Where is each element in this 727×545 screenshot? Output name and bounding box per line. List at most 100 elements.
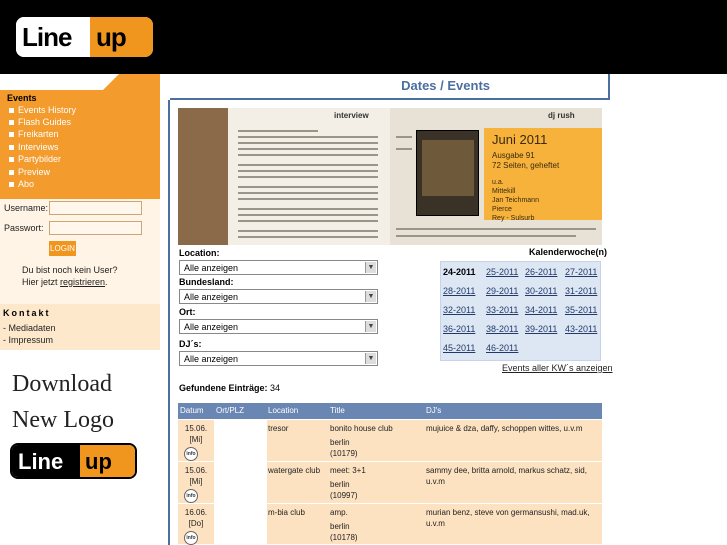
event-day: [Mi]	[189, 477, 203, 486]
all-weeks-link[interactable]: Events aller KW´s anzeigen	[502, 363, 613, 373]
username-field[interactable]	[49, 201, 142, 215]
sidebar-item-interviews[interactable]: Interviews	[9, 142, 59, 152]
calendar-title: Kalenderwoche(n)	[529, 247, 608, 257]
text-line	[238, 192, 378, 194]
magazine-banner[interactable]: interview dj rush Juni 2011 Ausgabe 91 72…	[178, 108, 602, 245]
calendar-week-link[interactable]: 39-2011	[525, 324, 557, 334]
sidebar-item-abo[interactable]: Abo	[9, 179, 34, 189]
calendar-week-link[interactable]: 36-2011	[443, 324, 475, 334]
column-header-djs[interactable]: DJ's	[426, 406, 441, 415]
calendar-week-link[interactable]: 27-2011	[565, 267, 597, 277]
sidebar-item-preview[interactable]: Preview	[9, 167, 50, 177]
issue-pages: 72 Seiten, geheftet	[492, 161, 560, 170]
issue-title: Juni 2011	[492, 132, 548, 147]
sidebar-item-partybilder[interactable]: Partybilder	[9, 154, 61, 164]
sidebar-item-flash-guides[interactable]: Flash Guides	[9, 117, 71, 127]
info-icon[interactable]: info	[184, 531, 198, 545]
register-link[interactable]: registrieren	[60, 277, 105, 287]
nav-tab	[0, 74, 119, 90]
title-cell: meet: 3+1 berlin (10997)	[330, 465, 366, 501]
event-plz: (10178)	[330, 533, 358, 542]
calendar-week-link[interactable]: 38-2011	[486, 324, 518, 334]
calendar-week-link[interactable]: 26-2011	[525, 267, 557, 277]
info-icon[interactable]: info	[184, 447, 198, 461]
ort-select[interactable]: Alle anzeigen ▼	[179, 319, 378, 334]
sidebar-item-freikarten[interactable]: Freikarten	[9, 129, 59, 139]
login-button[interactable]: LOGIN	[49, 241, 76, 256]
header-edge	[608, 74, 610, 100]
plz-cell	[214, 420, 267, 461]
chevron-down-icon: ▼	[365, 321, 376, 332]
calendar-week-link[interactable]: 32-2011	[443, 305, 475, 315]
bundesland-select[interactable]: Alle anzeigen ▼	[179, 289, 378, 304]
sidebar-item-label: Interviews	[18, 142, 59, 152]
event-title[interactable]: bonito house club	[330, 423, 393, 434]
sidebar-item-label: Freikarten	[18, 129, 59, 139]
password-field[interactable]	[49, 221, 142, 235]
djs-cell: murian benz, steve von germansushi, mad.…	[426, 508, 590, 528]
calendar-week-link[interactable]: 25-2011	[486, 267, 518, 277]
calendar-week-link[interactable]: 34-2011	[525, 305, 557, 315]
text-line	[238, 198, 378, 200]
text-line	[238, 186, 378, 188]
calendar-week-link[interactable]: 35-2011	[565, 305, 597, 315]
issue-subtitle: Ausgabe 91 72 Seiten, geheftet	[492, 151, 559, 171]
download-logo-link[interactable]: Download New Logo	[12, 366, 114, 438]
text-line	[238, 214, 378, 216]
calendar-week-link[interactable]: 33-2011	[486, 305, 518, 315]
column-header-date[interactable]: Datum	[180, 406, 204, 415]
site-logo[interactable]: Line up	[16, 17, 153, 57]
column-header-plz[interactable]: Ort/PLZ	[216, 406, 244, 415]
kontakt-item-impressum[interactable]: - Impressum	[3, 335, 53, 345]
calendar-week-link[interactable]: 43-2011	[565, 324, 597, 334]
results-count: Gefundene Einträge: 34	[179, 383, 280, 393]
table-row[interactable]: 16.06. [Do] info m-bia club amp. berlin (10178…	[178, 504, 602, 545]
header-divider	[170, 98, 610, 100]
calendar-week-link[interactable]: 29-2011	[486, 286, 518, 296]
calendar-week-link[interactable]: 31-2011	[565, 286, 597, 296]
event-city: berlin	[330, 522, 350, 531]
download-line2: New Logo	[12, 407, 114, 433]
kontakt-item-mediadaten[interactable]: - Mediadaten	[3, 323, 56, 333]
event-date: 15.06.	[184, 466, 208, 475]
location-cell[interactable]: m-bia club	[268, 507, 305, 518]
register-prompt: Du bist noch kein User?	[22, 265, 118, 275]
bullet-icon	[9, 107, 14, 113]
djs-select-value: Alle anzeigen	[184, 354, 239, 364]
date-cell: 15.06. [Mi]	[178, 423, 214, 445]
column-header-location[interactable]: Location	[268, 406, 298, 415]
bullet-icon	[9, 156, 14, 162]
text-line	[396, 136, 412, 138]
calendar-week-link[interactable]: 28-2011	[443, 286, 475, 296]
sidebar: Events Events History Flash Guides Freik…	[0, 74, 160, 545]
issue-number: Ausgabe 91	[492, 151, 535, 160]
column-header-title[interactable]: Title	[330, 406, 345, 415]
djs-select[interactable]: Alle anzeigen ▼	[179, 351, 378, 366]
nav-section-title[interactable]: Events	[7, 93, 37, 103]
calendar-week-link[interactable]: 30-2011	[525, 286, 557, 296]
calendar-week-link[interactable]: 24-2011	[443, 267, 476, 277]
location-cell[interactable]: watergate club	[268, 465, 320, 476]
sidebar-item-label: Events History	[18, 105, 77, 115]
new-logo-image[interactable]: Line up	[10, 443, 137, 479]
event-title[interactable]: meet: 3+1	[330, 465, 366, 476]
bullet-icon	[9, 119, 14, 125]
logo-line-text: Line	[16, 17, 90, 57]
text-line	[396, 235, 576, 237]
info-icon[interactable]: info	[184, 489, 198, 503]
sidebar-item-events-history[interactable]: Events History	[9, 105, 76, 115]
calendar-week-link[interactable]: 46-2011	[486, 343, 518, 353]
table-row[interactable]: 15.06. [Mi] info watergate club meet: 3+1 ber…	[178, 462, 602, 504]
table-row[interactable]: 15.06. [Mi] info tresor bonito house club ber…	[178, 420, 602, 462]
event-title[interactable]: amp.	[330, 507, 358, 518]
calendar-week-link[interactable]: 45-2011	[443, 343, 475, 353]
date-cell: 15.06. [Mi]	[178, 465, 214, 487]
register-prefix: Hier jetzt	[22, 277, 61, 287]
location-select[interactable]: Alle anzeigen ▼	[179, 260, 378, 275]
content-border	[168, 100, 170, 545]
event-date: 15.06.	[184, 424, 208, 433]
ort-label: Ort:	[179, 307, 196, 317]
text-line	[238, 220, 378, 222]
location-cell[interactable]: tresor	[268, 423, 288, 434]
chevron-down-icon: ▼	[365, 262, 376, 273]
